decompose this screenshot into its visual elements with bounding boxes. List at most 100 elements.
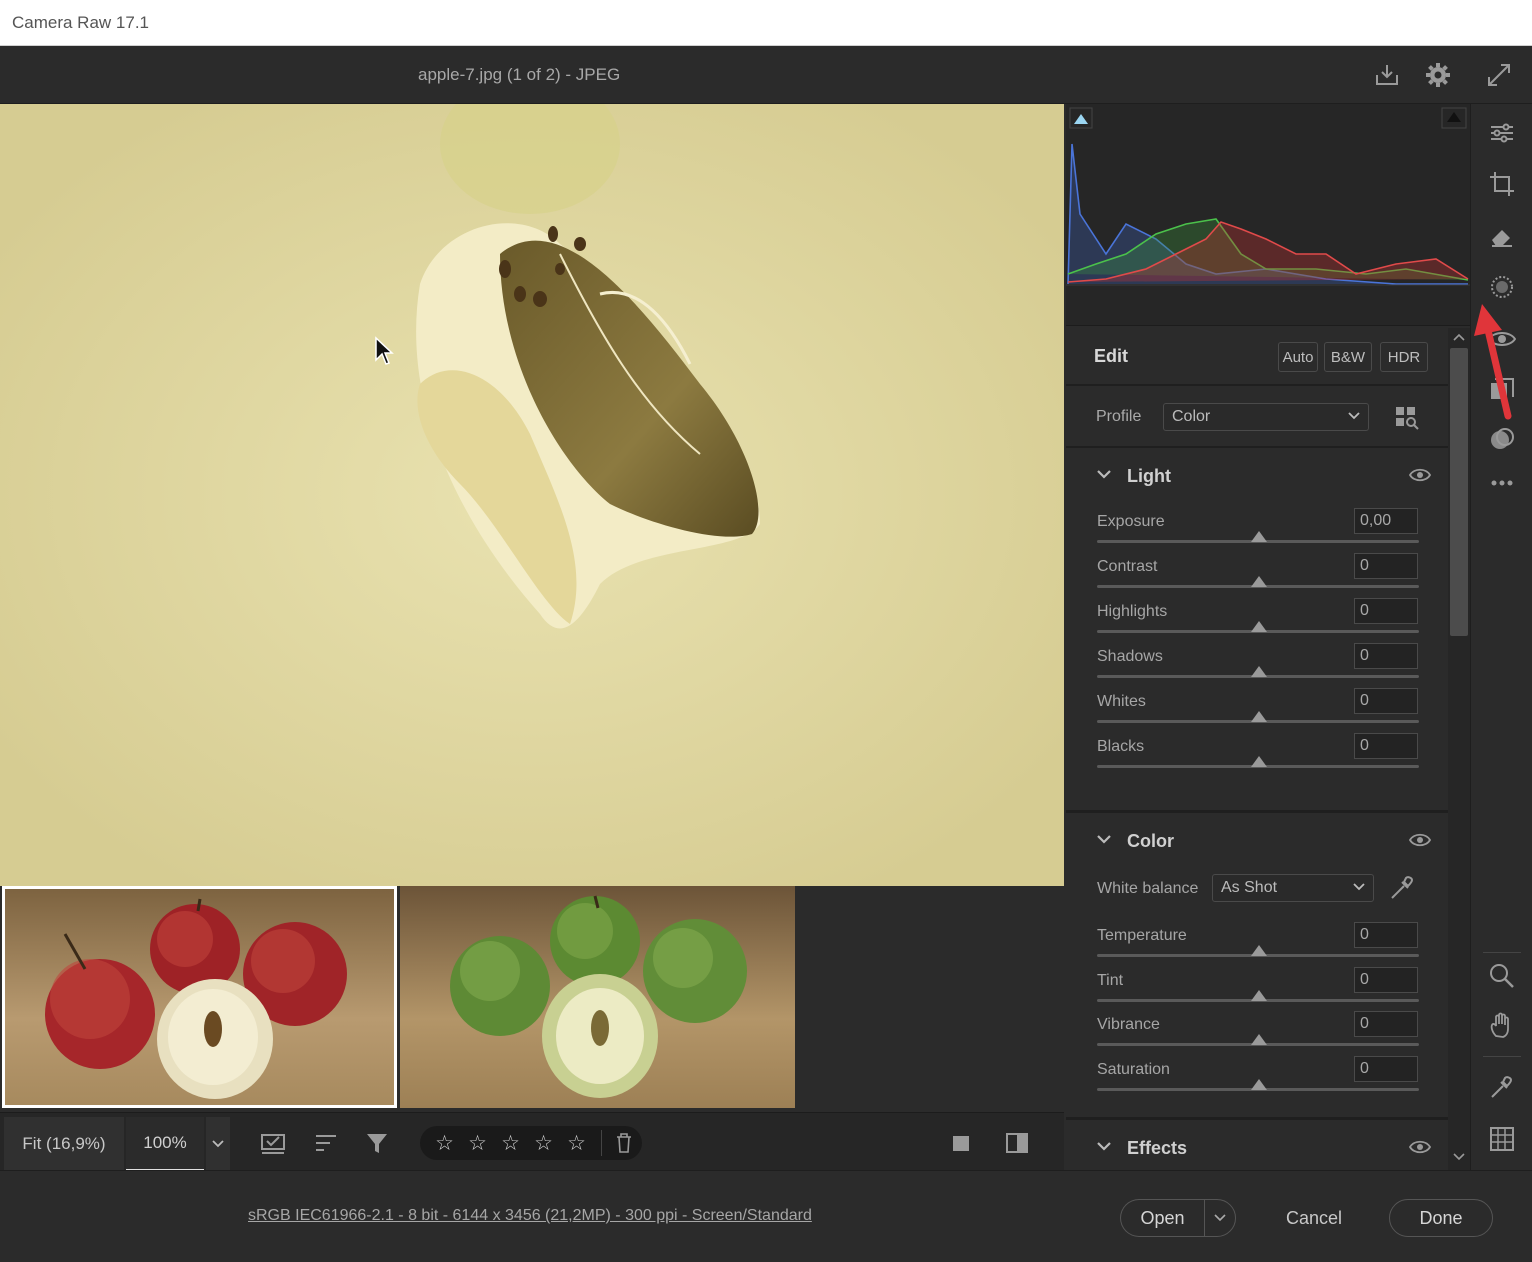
highlight-clipping-icon [1447,112,1461,122]
profile-value: Color [1172,408,1211,425]
saturation-slider[interactable]: Saturation 0 [1066,1056,1448,1106]
slider-value-input[interactable]: 0,00 [1354,508,1418,534]
snapshots-icon[interactable] [1485,422,1519,456]
blacks-slider[interactable]: Blacks 0 [1066,733,1448,783]
slider-value-input[interactable]: 0 [1354,967,1418,993]
star-2[interactable]: ☆ [467,1133,488,1154]
profile-row: Profile Color [1066,388,1448,448]
slider-value-input[interactable]: 0 [1354,922,1418,948]
grid-overlay-icon[interactable] [1485,1122,1519,1156]
shadows-slider[interactable]: Shadows 0 [1066,643,1448,693]
color-sampler-icon[interactable] [1485,1070,1519,1104]
hdr-button[interactable]: HDR [1380,342,1428,372]
masking-icon[interactable] [1485,322,1519,356]
vibrance-slider[interactable]: Vibrance 0 [1066,1011,1448,1061]
star-rating: ☆ ☆ ☆ ☆ ☆ [420,1126,642,1160]
white-balance-label: White balance [1097,880,1199,897]
zoom-100-button[interactable]: 100% [126,1117,204,1171]
slider-thumb[interactable] [1251,1079,1267,1090]
single-view-icon[interactable] [944,1127,978,1159]
zoom-tool-icon[interactable] [1485,959,1519,993]
slider-value-input[interactable]: 0 [1354,598,1418,624]
eraser-icon[interactable] [1485,219,1519,253]
cancel-button[interactable]: Cancel [1262,1199,1366,1237]
zoom-dropdown[interactable] [206,1117,230,1171]
auto-button[interactable]: Auto [1278,342,1318,372]
crop-icon[interactable] [1485,167,1519,201]
eye-icon[interactable] [1409,468,1431,482]
profile-browser-icon[interactable] [1394,405,1420,431]
slider-value-input[interactable]: 0 [1354,1056,1418,1082]
top-bar: apple-7.jpg (1 of 2) - JPEG [0,46,1532,104]
white-balance-select[interactable]: As Shot [1212,874,1374,902]
apple-closeup-image [0,104,1064,886]
star-1[interactable]: ☆ [434,1133,455,1154]
slider-value-input[interactable]: 0 [1354,553,1418,579]
scroll-down-icon[interactable] [1452,1152,1466,1162]
eye-icon[interactable] [1409,833,1431,847]
chevron-down-icon [1097,1142,1111,1151]
scrollbar-thumb[interactable] [1450,348,1468,636]
image-preview[interactable] [0,104,1064,886]
panel-scrollbar[interactable] [1448,328,1470,1170]
window-title: Camera Raw 17.1 [12,13,150,32]
done-button[interactable]: Done [1389,1199,1493,1237]
star-4[interactable]: ☆ [533,1133,554,1154]
star-3[interactable]: ☆ [500,1133,521,1154]
temperature-slider[interactable]: Temperature 0 [1066,922,1448,972]
profile-select[interactable]: Color [1163,403,1369,431]
scroll-up-icon[interactable] [1452,332,1466,342]
star-5[interactable]: ☆ [566,1133,587,1154]
red-apples-image [45,898,347,1099]
slider-value-input[interactable]: 0 [1354,688,1418,714]
slider-thumb[interactable] [1251,621,1267,632]
hand-tool-icon[interactable] [1485,1009,1519,1043]
tool-strip [1470,104,1532,1170]
eyedropper-icon[interactable] [1388,874,1416,902]
fullscreen-icon[interactable] [1482,58,1516,92]
slider-thumb[interactable] [1251,1034,1267,1045]
filmstrip-select-icon[interactable] [256,1127,290,1159]
trash-icon[interactable] [614,1131,634,1155]
more-icon[interactable] [1485,466,1519,500]
whites-slider[interactable]: Whites 0 [1066,688,1448,738]
slider-thumb[interactable] [1251,666,1267,677]
slider-thumb[interactable] [1251,711,1267,722]
slider-thumb[interactable] [1251,756,1267,767]
gear-icon[interactable] [1421,58,1455,92]
color-section-header[interactable]: Color [1066,815,1448,867]
slider-label: Exposure [1097,513,1165,530]
save-image-icon[interactable] [1370,58,1404,92]
slider-thumb[interactable] [1251,990,1267,1001]
slider-value-input[interactable]: 0 [1354,733,1418,759]
slider-value-input[interactable]: 0 [1354,1011,1418,1037]
filter-icon[interactable] [360,1127,394,1159]
color-title: Color [1127,831,1174,851]
eye-icon[interactable] [1409,1140,1431,1154]
before-after-icon[interactable] [1000,1127,1034,1159]
contrast-slider[interactable]: Contrast 0 [1066,553,1448,603]
effects-section-header[interactable]: Effects [1066,1122,1448,1170]
bw-button[interactable]: B&W [1324,342,1372,372]
edit-sliders-icon[interactable] [1485,116,1519,150]
slider-thumb[interactable] [1251,576,1267,587]
thumbnail-red-apples[interactable] [2,886,397,1108]
presets-icon[interactable] [1485,372,1519,406]
open-options-dropdown[interactable] [1204,1199,1236,1237]
thumbnail-green-apples[interactable] [400,886,795,1108]
open-button[interactable]: Open [1120,1199,1204,1237]
light-title: Light [1127,466,1171,486]
red-eye-icon[interactable] [1485,270,1519,304]
light-section-header[interactable]: Light [1066,450,1448,502]
sort-icon[interactable] [309,1127,343,1159]
slider-thumb[interactable] [1251,531,1267,542]
workflow-options-link[interactable]: sRGB IEC61966-2.1 - 8 bit - 6144 x 3456 … [248,1207,812,1225]
exposure-slider[interactable]: Exposure 0,00 [1066,508,1448,558]
highlights-slider[interactable]: Highlights 0 [1066,598,1448,648]
slider-thumb[interactable] [1251,945,1267,956]
histogram [1066,104,1470,326]
slider-label: Tint [1097,972,1124,989]
slider-value-input[interactable]: 0 [1354,643,1418,669]
zoom-fit-button[interactable]: Fit (16,9%) [4,1117,124,1171]
mouse-cursor-icon [375,336,394,365]
